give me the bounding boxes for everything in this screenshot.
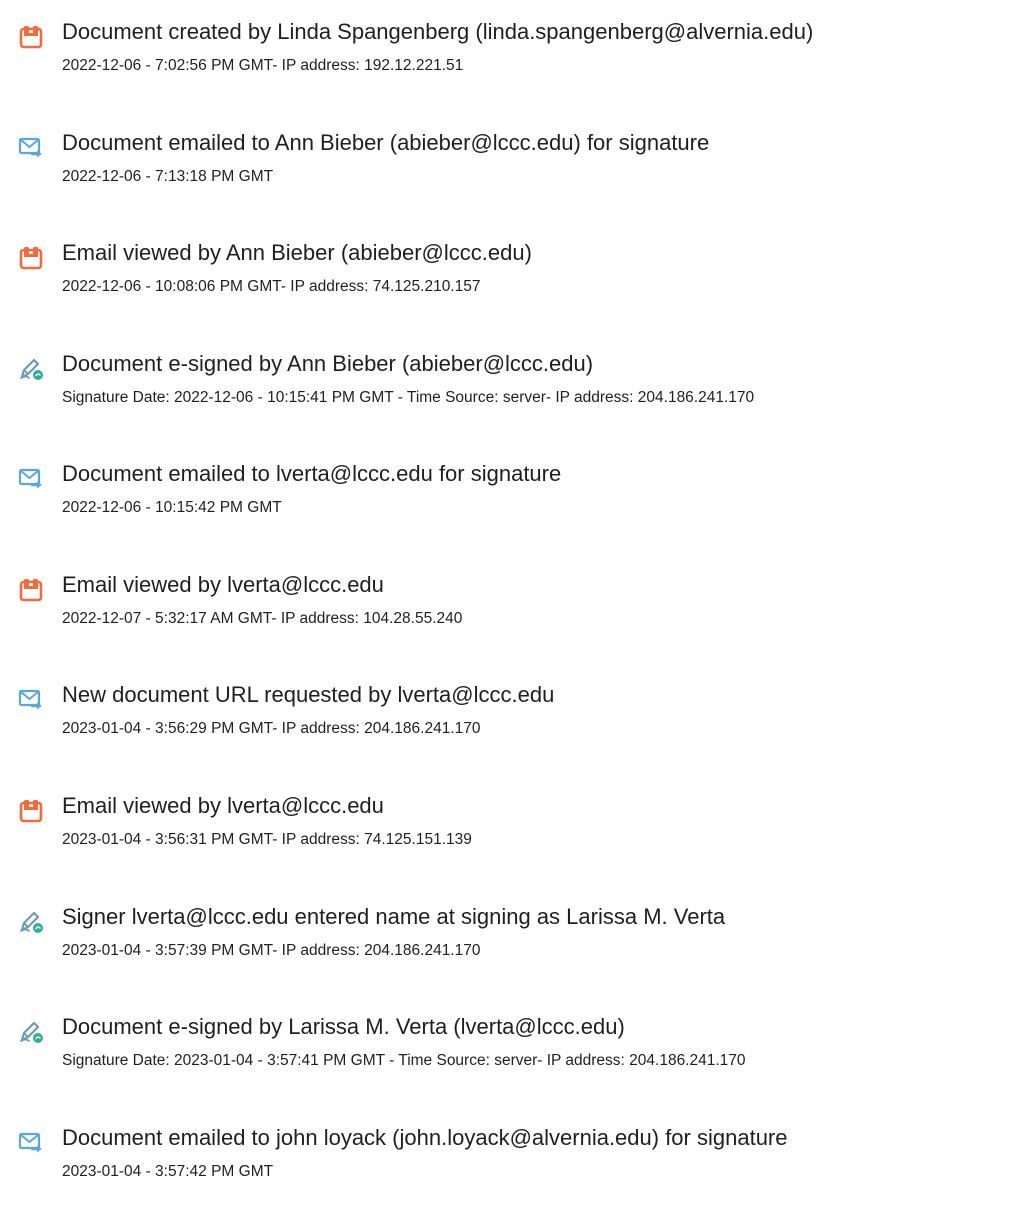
audit-event: Document emailed to john loyack (john.lo… (0, 1124, 1015, 1204)
event-detail: 2023-01-04 - 3:56:29 PM GMT- IP address:… (62, 720, 481, 737)
event-title: Document emailed to Ann Bieber (abieber@… (62, 130, 710, 155)
event-title: Document emailed to john loyack (john.lo… (62, 1125, 788, 1150)
email-sent-icon (18, 135, 44, 161)
document-icon (18, 798, 44, 824)
event-detail: Signature Date: 2022-12-06 - 10:15:41 PM… (62, 389, 755, 406)
audit-event: Document emailed to lverta@lccc.edu for … (0, 460, 1015, 540)
event-title: Document e-signed by Ann Bieber (abieber… (62, 351, 594, 376)
event-title: Email viewed by lverta@lccc.edu (62, 572, 384, 597)
audit-event: Email viewed by Ann Bieber (abieber@lccc… (0, 239, 1015, 319)
audit-event: Document e-signed by Ann Bieber (abieber… (0, 350, 1015, 430)
event-detail: 2023-01-04 - 3:56:31 PM GMT- IP address:… (62, 831, 472, 848)
e-sign-pen-icon (18, 1019, 44, 1045)
e-sign-pen-icon (18, 909, 44, 935)
email-sent-icon (18, 466, 44, 492)
event-title: Document emailed to lverta@lccc.edu for … (62, 461, 562, 486)
document-icon (18, 245, 44, 271)
event-title: Document e-signed by Larissa M. Verta (l… (62, 1014, 625, 1039)
audit-event: Document e-signed by Larissa M. Verta (l… (0, 1013, 1015, 1093)
event-detail: 2022-12-06 - 7:13:18 PM GMT (62, 168, 274, 185)
audit-event: Email viewed by lverta@lccc.edu 2023-01-… (0, 792, 1015, 872)
document-icon (18, 577, 44, 603)
event-detail: Signature Date: 2023-01-04 - 3:57:41 PM … (62, 1052, 746, 1069)
event-title: Email viewed by lverta@lccc.edu (62, 793, 384, 818)
event-detail: 2022-12-06 - 7:02:56 PM GMT- IP address:… (62, 57, 464, 74)
event-detail: 2022-12-07 - 5:32:17 AM GMT- IP address:… (62, 610, 463, 627)
audit-event: Email viewed by lverta@lccc.edu 2022-12-… (0, 571, 1015, 651)
audit-event: Document created by Linda Spangenberg (l… (0, 18, 1015, 98)
document-icon (18, 24, 44, 50)
event-title: Email viewed by Ann Bieber (abieber@lccc… (62, 240, 532, 265)
audit-event: Signer lverta@lccc.edu entered name at s… (0, 903, 1015, 983)
event-detail: 2023-01-04 - 3:57:39 PM GMT- IP address:… (62, 942, 481, 959)
e-sign-pen-icon (18, 356, 44, 382)
audit-event: Document emailed to Ann Bieber (abieber@… (0, 129, 1015, 209)
email-sent-icon (18, 687, 44, 713)
event-detail: 2022-12-06 - 10:15:42 PM GMT (62, 499, 282, 516)
event-detail: 2022-12-06 - 10:08:06 PM GMT- IP address… (62, 278, 481, 295)
event-title: New document URL requested by lverta@lcc… (62, 682, 555, 707)
email-sent-icon (18, 1130, 44, 1156)
event-title: Document created by Linda Spangenberg (l… (62, 19, 814, 44)
event-title: Signer lverta@lccc.edu entered name at s… (62, 904, 726, 929)
audit-event: New document URL requested by lverta@lcc… (0, 681, 1015, 761)
event-detail: 2023-01-04 - 3:57:42 PM GMT (62, 1163, 274, 1180)
